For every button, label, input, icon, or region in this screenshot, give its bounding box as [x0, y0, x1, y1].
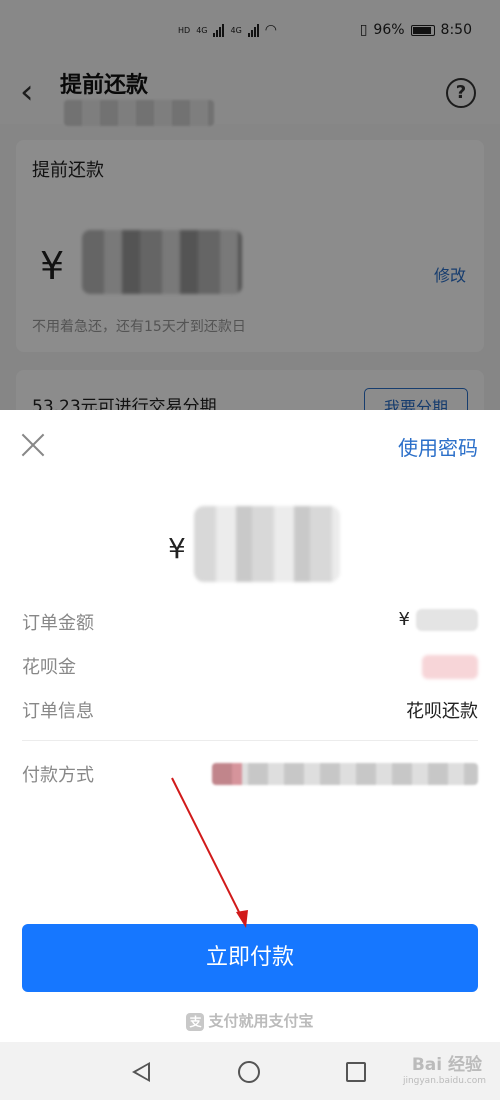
- pay-amount-currency: ¥: [168, 532, 186, 565]
- order-info-label: 订单信息: [22, 701, 94, 722]
- background-app: HD 4G 4G ◠ ▯ 96% 8:50 ‹ 提前还款 ? 提前还款 ¥ 修改…: [0, 0, 500, 410]
- divider: [22, 740, 478, 741]
- nav-recents-icon[interactable]: [346, 1062, 366, 1082]
- huabei-gold-label: 花呗金: [22, 657, 76, 678]
- payment-method-row[interactable]: 付款方式: [22, 761, 478, 791]
- alipay-footer: 支支付就用支付宝: [0, 1010, 500, 1031]
- order-amount-label: 订单金额: [22, 613, 94, 634]
- blurred-pay-amount: [194, 506, 340, 582]
- payment-sheet: 使用密码 ¥ 订单金额 ¥ 花呗金 订单信息 花呗还款 付款方式 立即付款 支支…: [0, 410, 500, 1042]
- use-password-link[interactable]: 使用密码: [398, 432, 478, 461]
- system-nav-bar: Bai 经验 jingyan.baidu.com: [0, 1042, 500, 1100]
- watermark-url: jingyan.baidu.com: [402, 1076, 486, 1086]
- alipay-footer-text: 支付就用支付宝: [208, 1012, 314, 1030]
- nav-back-icon[interactable]: [132, 1062, 150, 1082]
- order-amount-currency: ¥: [398, 609, 410, 630]
- order-amount-row: 订单金额 ¥: [22, 609, 478, 639]
- blurred-payment-method: [212, 763, 478, 785]
- nav-home-icon[interactable]: [238, 1061, 260, 1083]
- payment-method-label: 付款方式: [22, 765, 94, 786]
- dim-overlay[interactable]: [0, 0, 500, 410]
- pay-now-button[interactable]: 立即付款: [22, 924, 478, 992]
- order-info-row: 订单信息 花呗还款: [22, 697, 478, 727]
- alipay-logo-icon: 支: [186, 1012, 205, 1031]
- watermark-logo: Bai 经验: [411, 1055, 482, 1075]
- order-amount-value: ¥: [399, 609, 478, 631]
- close-icon[interactable]: [20, 432, 46, 458]
- blurred-huabei-gold-value: [422, 655, 478, 679]
- order-info-value: 花呗还款: [406, 701, 478, 722]
- huabei-gold-row: 花呗金: [22, 653, 478, 683]
- blurred-order-amount: [416, 609, 478, 631]
